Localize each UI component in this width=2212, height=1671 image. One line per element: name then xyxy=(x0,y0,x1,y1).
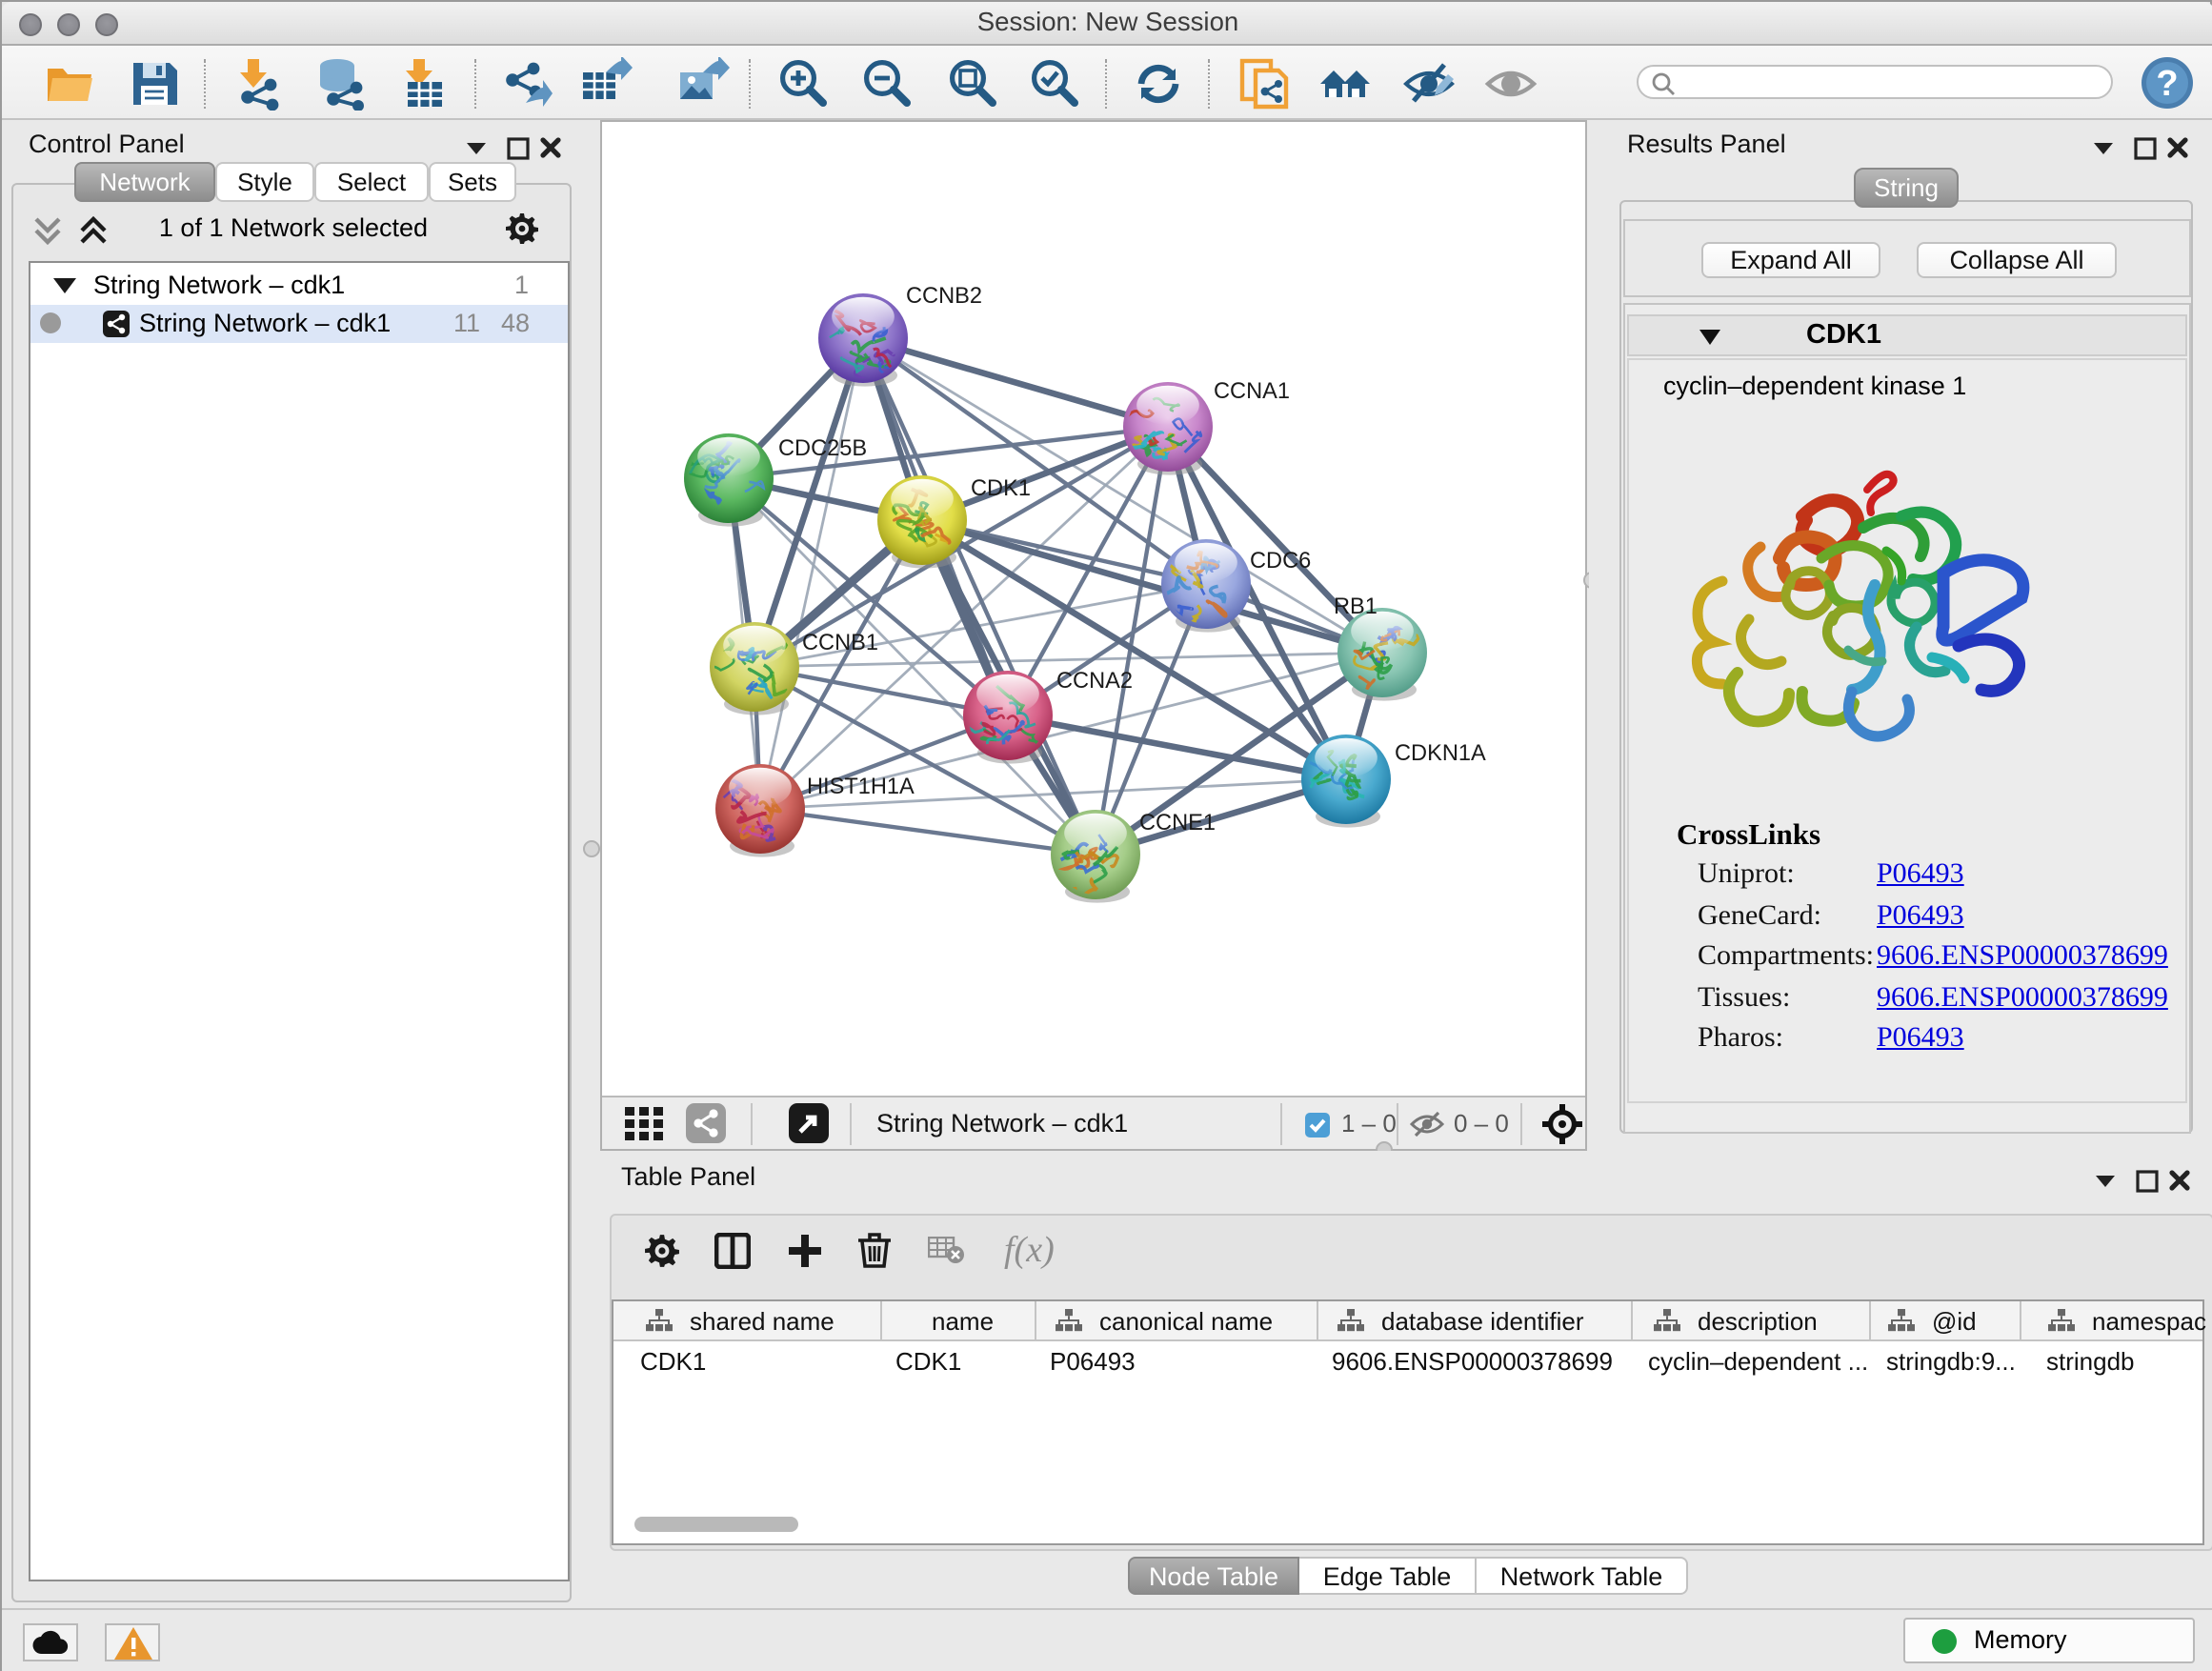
svg-text:HIST1H1A: HIST1H1A xyxy=(807,775,915,799)
svg-text:CCNA1: CCNA1 xyxy=(1214,379,1290,404)
svg-text:RB1: RB1 xyxy=(1334,594,1377,619)
svg-text:CDC25B: CDC25B xyxy=(778,436,867,461)
svg-text:CCNB2: CCNB2 xyxy=(906,284,982,309)
svg-text:CCNA2: CCNA2 xyxy=(1056,669,1133,694)
svg-text:?: ? xyxy=(2156,64,2178,104)
svg-text:CDC6: CDC6 xyxy=(1250,549,1311,574)
svg-text:CDKN1A: CDKN1A xyxy=(1395,741,1486,766)
svg-text:CDK1: CDK1 xyxy=(971,476,1031,501)
svg-text:CCNB1: CCNB1 xyxy=(802,631,878,655)
svg-text:CCNE1: CCNE1 xyxy=(1139,811,1216,836)
